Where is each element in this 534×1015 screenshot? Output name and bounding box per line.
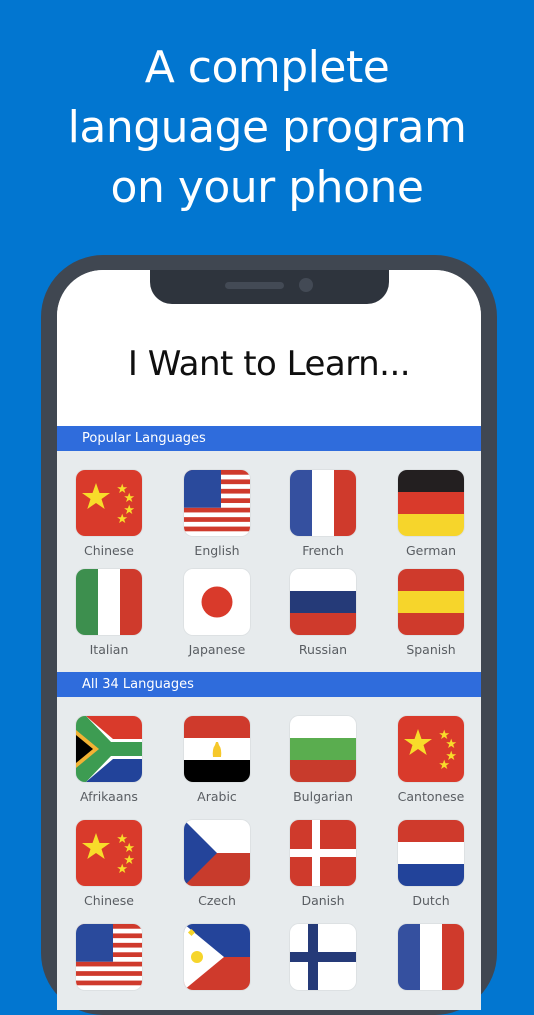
language-label: Bulgarian xyxy=(293,789,353,804)
language-label: Spanish xyxy=(406,642,456,657)
language-label: Arabic xyxy=(197,789,237,804)
egypt-flag-icon xyxy=(184,716,250,782)
camera-icon xyxy=(299,278,313,292)
language-label: Cantonese xyxy=(397,789,465,804)
china-flag-icon xyxy=(76,470,142,536)
language-item[interactable]: Czech xyxy=(172,820,262,908)
language-item[interactable]: Spanish xyxy=(386,569,476,657)
language-label: Chinese xyxy=(84,893,134,908)
headline-line: A complete xyxy=(144,42,390,93)
language-label: Chinese xyxy=(84,543,134,558)
language-item[interactable]: Japanese xyxy=(172,569,262,657)
language-label: Danish xyxy=(301,893,345,908)
speaker-icon xyxy=(225,282,284,289)
phone-screen: I Want to Learn... Popular Languages Chi… xyxy=(57,270,481,1010)
language-item[interactable]: Italian xyxy=(64,569,154,657)
language-item[interactable]: Bulgarian xyxy=(278,716,368,804)
south-africa-flag-icon xyxy=(76,716,142,782)
spain-flag-icon xyxy=(398,569,464,635)
language-item[interactable]: Danish xyxy=(278,820,368,908)
section-header-all: All 34 Languages xyxy=(57,672,481,697)
headline-line: language program xyxy=(67,102,467,153)
germany-flag-icon xyxy=(398,470,464,536)
headline: A complete language program on your phon… xyxy=(0,38,534,218)
china-flag-icon xyxy=(76,820,142,886)
finland-flag-icon xyxy=(290,924,356,990)
netherlands-flag-icon xyxy=(398,820,464,886)
language-item[interactable]: English xyxy=(172,470,262,558)
denmark-flag-icon xyxy=(290,820,356,886)
phone-frame: I Want to Learn... Popular Languages Chi… xyxy=(41,255,497,1015)
russia-flag-icon xyxy=(290,569,356,635)
france-flag-icon xyxy=(398,924,464,990)
language-label: Czech xyxy=(198,893,236,908)
czech-flag-icon xyxy=(184,820,250,886)
language-item[interactable] xyxy=(172,924,262,997)
section-header-popular: Popular Languages xyxy=(57,426,481,451)
language-label: Italian xyxy=(89,642,129,657)
language-item[interactable]: Arabic xyxy=(172,716,262,804)
language-item[interactable]: Chinese xyxy=(64,470,154,558)
language-item[interactable] xyxy=(278,924,368,997)
language-item[interactable]: Dutch xyxy=(386,820,476,908)
phone-notch xyxy=(150,270,389,304)
japan-flag-icon xyxy=(184,569,250,635)
philippines-flag-icon xyxy=(184,924,250,990)
italy-flag-icon xyxy=(76,569,142,635)
france-flag-icon xyxy=(290,470,356,536)
language-item[interactable]: Russian xyxy=(278,569,368,657)
china-flag-icon xyxy=(398,716,464,782)
language-label: Russian xyxy=(298,642,348,657)
language-item[interactable]: Afrikaans xyxy=(64,716,154,804)
language-item[interactable]: Chinese xyxy=(64,820,154,908)
language-label: German xyxy=(405,543,457,558)
language-label: Japanese xyxy=(188,642,246,657)
bulgaria-flag-icon xyxy=(290,716,356,782)
language-label: Dutch xyxy=(412,893,450,908)
language-item[interactable]: German xyxy=(386,470,476,558)
language-label: Afrikaans xyxy=(80,789,138,804)
language-label: English xyxy=(194,543,240,558)
language-item[interactable]: French xyxy=(278,470,368,558)
language-item[interactable] xyxy=(64,924,154,997)
language-label: French xyxy=(302,543,344,558)
language-item[interactable] xyxy=(386,924,476,997)
page-title: I Want to Learn... xyxy=(127,344,411,384)
usa-flag-icon xyxy=(184,470,250,536)
headline-line: on your phone xyxy=(110,162,424,213)
language-item[interactable]: Cantonese xyxy=(386,716,476,804)
usa-flag-icon xyxy=(76,924,142,990)
